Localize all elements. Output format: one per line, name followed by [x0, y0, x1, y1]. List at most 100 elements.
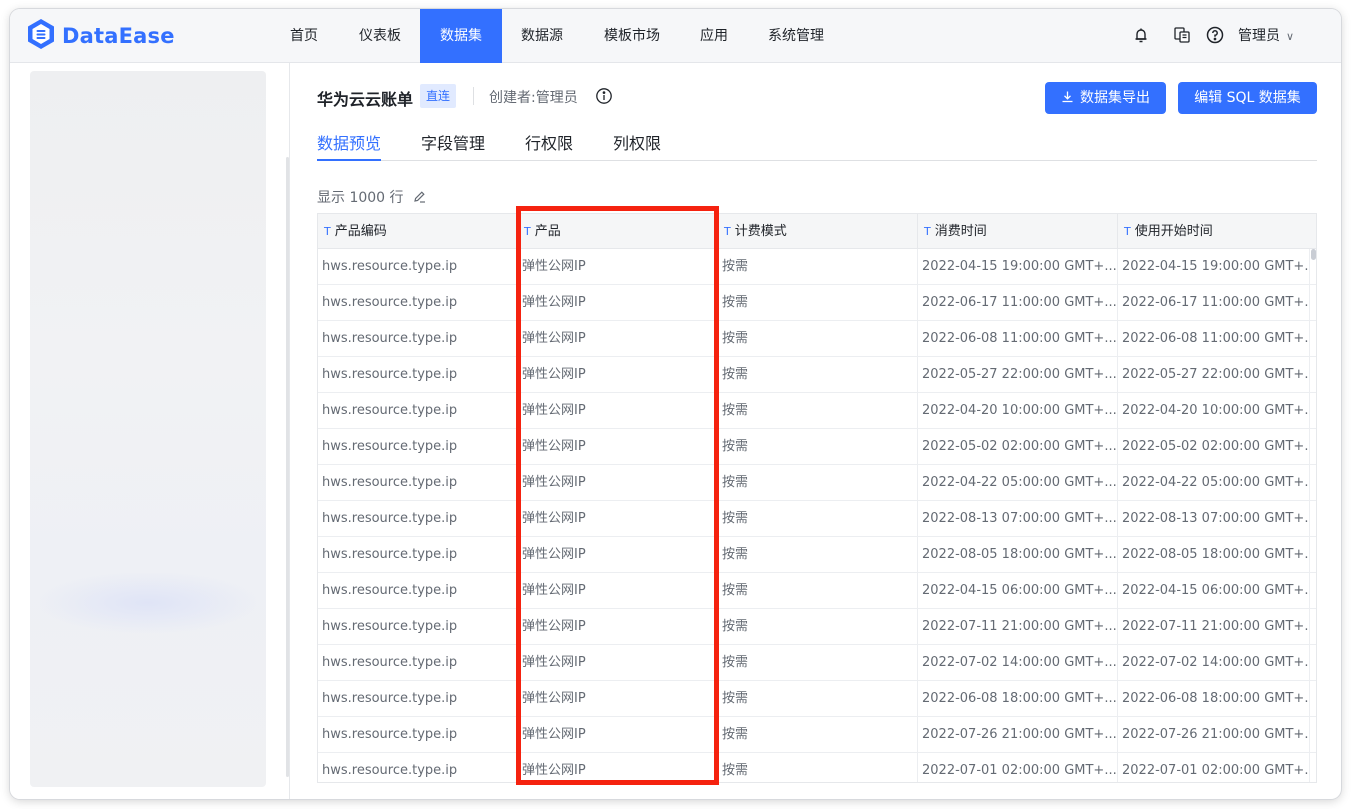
- table-cell-product-code: hws.resource.type.ip: [318, 537, 518, 573]
- table-cell-product: 弹性公网IP: [518, 753, 718, 782]
- table-cell-usage-start-time: 2022-06-08 18:00:00 GMT+...: [1118, 681, 1310, 717]
- table-cell-product-code: hws.resource.type.ip: [318, 429, 518, 465]
- nav-item-dataset[interactable]: 数据集: [420, 9, 502, 63]
- table-cell-consume-time: 2022-07-26 21:00:00 GMT+...: [918, 717, 1118, 753]
- table-cell-consume-time: 2022-04-15 06:00:00 GMT+...: [918, 573, 1118, 609]
- tab-row-permission[interactable]: 行权限: [525, 130, 573, 160]
- bell-icon[interactable]: [1129, 23, 1153, 47]
- top-nav-bar: DataEase 首页 仪表板 数据集 数据源 模板市场 应用 系统管理 管理员…: [10, 9, 1341, 63]
- table-row: hws.resource.type.ip 弹性公网IP 按需 2022-05-27 2…: [318, 357, 1316, 393]
- column-header-product-code[interactable]: T 产品编码: [318, 214, 518, 249]
- nav-item-apps[interactable]: 应用: [690, 9, 738, 63]
- table-cell-consume-time: 2022-07-02 14:00:00 GMT+...: [918, 645, 1118, 681]
- table-cell-product: 弹性公网IP: [518, 717, 718, 753]
- user-menu[interactable]: 管理员 ∨: [1238, 9, 1294, 63]
- tabs-divider: [317, 160, 1317, 161]
- sidebar-scrollbar[interactable]: [286, 157, 289, 777]
- column-header-billing-mode[interactable]: T 计费模式: [718, 214, 918, 249]
- text-type-icon: T: [524, 225, 531, 238]
- table-row: hws.resource.type.ip 弹性公网IP 按需 2022-04-22 0…: [318, 465, 1316, 501]
- table-cell-product-code: hws.resource.type.ip: [318, 357, 518, 393]
- table-row: hws.resource.type.ip 弹性公网IP 按需 2022-06-17 1…: [318, 285, 1316, 321]
- table-cell-usage-start-time: 2022-04-22 05:00:00 GMT+...: [1118, 465, 1310, 501]
- table-cell-billing-mode: 按需: [718, 609, 918, 645]
- chevron-down-icon: ∨: [1286, 30, 1295, 43]
- table-cell-product-code: hws.resource.type.ip: [318, 285, 518, 321]
- table-cell-usage-start-time: 2022-07-02 14:00:00 GMT+...: [1118, 645, 1310, 681]
- table-cell-product: 弹性公网IP: [518, 681, 718, 717]
- column-header-label: 产品: [534, 224, 561, 239]
- table-cell-product: 弹性公网IP: [518, 501, 718, 537]
- table-cell-product: 弹性公网IP: [518, 393, 718, 429]
- table-cell-product-code: hws.resource.type.ip: [318, 321, 518, 357]
- table-cell-product: 弹性公网IP: [518, 429, 718, 465]
- table-row: hws.resource.type.ip 弹性公网IP 按需 2022-07-26 2…: [318, 717, 1316, 753]
- download-icon: [1062, 91, 1073, 103]
- column-header-label: 产品编码: [334, 224, 387, 239]
- help-circle-icon[interactable]: [1203, 23, 1227, 47]
- user-name: 管理员: [1238, 28, 1280, 44]
- column-header-label: 计费模式: [734, 224, 787, 239]
- tab-field-management[interactable]: 字段管理: [421, 130, 485, 160]
- table-cell-usage-start-time: 2022-08-13 07:00:00 GMT+...: [1118, 501, 1310, 537]
- table-cell-usage-start-time: 2022-07-11 21:00:00 GMT+...: [1118, 609, 1310, 645]
- sidebar-selected-item-blur: [40, 573, 256, 633]
- table-cell-billing-mode: 按需: [718, 645, 918, 681]
- table-cell-consume-time: 2022-05-02 02:00:00 GMT+...: [918, 429, 1118, 465]
- nav-item-system-management[interactable]: 系统管理: [756, 9, 836, 63]
- nav-item-datasource[interactable]: 数据源: [510, 9, 574, 63]
- logo-text: DataEase: [62, 24, 175, 48]
- edit-sql-dataset-button[interactable]: 编辑 SQL 数据集: [1178, 82, 1317, 114]
- column-header-consume-time[interactable]: T 消费时间: [918, 214, 1118, 249]
- table-cell-product-code: hws.resource.type.ip: [318, 249, 518, 285]
- dataset-tree-sidebar: [10, 63, 290, 799]
- app-window: DataEase 首页 仪表板 数据集 数据源 模板市场 应用 系统管理 管理员…: [10, 9, 1341, 799]
- table-cell-product-code: hws.resource.type.ip: [318, 573, 518, 609]
- table-cell-billing-mode: 按需: [718, 573, 918, 609]
- template-icon[interactable]: [1170, 23, 1194, 47]
- edit-pencil-icon[interactable]: [413, 190, 426, 203]
- nav-item-home[interactable]: 首页: [280, 9, 328, 63]
- table-cell-product-code: hws.resource.type.ip: [318, 645, 518, 681]
- table-cell-billing-mode: 按需: [718, 357, 918, 393]
- connection-mode-badge: 直连: [420, 84, 457, 108]
- nav-item-template-market[interactable]: 模板市场: [592, 9, 672, 63]
- sidebar-blurred-content: [30, 71, 266, 787]
- table-cell-product: 弹性公网IP: [518, 321, 718, 357]
- tab-column-permission[interactable]: 列权限: [613, 130, 661, 160]
- table-cell-usage-start-time: 2022-06-08 11:00:00 GMT+...: [1118, 321, 1310, 357]
- table-cell-product-code: hws.resource.type.ip: [318, 753, 518, 782]
- column-header-label: 消费时间: [934, 224, 987, 239]
- header-divider: [473, 87, 474, 105]
- column-header-usage-start-time[interactable]: T 使用开始时间: [1118, 214, 1316, 249]
- table-cell-usage-start-time: 2022-04-20 10:00:00 GMT+...: [1118, 393, 1310, 429]
- table-cell-product-code: hws.resource.type.ip: [318, 501, 518, 537]
- tab-data-preview[interactable]: 数据预览: [317, 130, 381, 160]
- table-cell-billing-mode: 按需: [718, 537, 918, 573]
- column-header-product[interactable]: T 产品: [518, 214, 718, 249]
- nav-item-dashboard[interactable]: 仪表板: [346, 9, 414, 63]
- table-cell-usage-start-time: 2022-07-26 21:00:00 GMT+...: [1118, 717, 1310, 753]
- table-cell-billing-mode: 按需: [718, 681, 918, 717]
- logo[interactable]: DataEase: [26, 19, 175, 52]
- table-row: hws.resource.type.ip 弹性公网IP 按需 2022-07-02 1…: [318, 645, 1316, 681]
- table-cell-consume-time: 2022-06-17 11:00:00 GMT+...: [918, 285, 1118, 321]
- table-row: hws.resource.type.ip 弹性公网IP 按需 2022-08-05 1…: [318, 537, 1316, 573]
- table-cell-billing-mode: 按需: [718, 501, 918, 537]
- table-scrollbar[interactable]: [1311, 249, 1316, 260]
- table-cell-billing-mode: 按需: [718, 249, 918, 285]
- text-type-icon: T: [324, 225, 331, 238]
- table-cell-product: 弹性公网IP: [518, 645, 718, 681]
- table-cell-usage-start-time: 2022-06-17 11:00:00 GMT+...: [1118, 285, 1310, 321]
- info-circle-icon[interactable]: [595, 87, 613, 105]
- table-row: hws.resource.type.ip 弹性公网IP 按需 2022-04-15 0…: [318, 573, 1316, 609]
- column-header-label: 使用开始时间: [1134, 224, 1213, 239]
- table-row: hws.resource.type.ip 弹性公网IP 按需 2022-04-15 1…: [318, 249, 1316, 285]
- table-cell-product-code: hws.resource.type.ip: [318, 681, 518, 717]
- table-row: hws.resource.type.ip 弹性公网IP 按需 2022-07-01 0…: [318, 753, 1316, 782]
- export-dataset-button[interactable]: 数据集导出: [1045, 82, 1166, 114]
- table-cell-consume-time: 2022-04-20 10:00:00 GMT+...: [918, 393, 1118, 429]
- creator-label: 创建者:管理员: [489, 90, 578, 106]
- table-cell-product-code: hws.resource.type.ip: [318, 609, 518, 645]
- table-cell-usage-start-time: 2022-07-01 02:00:00 GMT+...: [1118, 753, 1310, 782]
